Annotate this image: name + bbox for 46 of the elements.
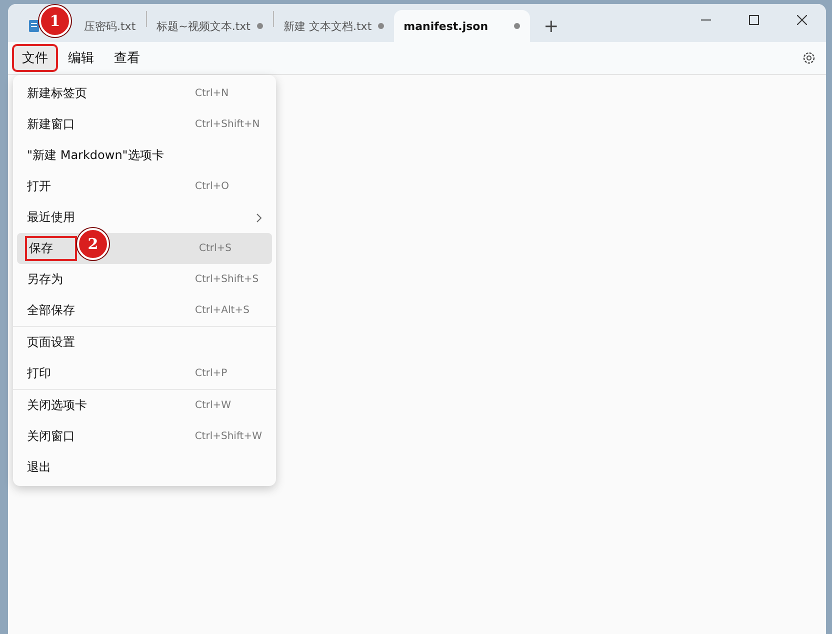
menu-bar-item[interactable]: 查看 (106, 46, 148, 70)
shortcut-label: Ctrl+Shift+N (195, 119, 260, 130)
shortcut-label: Ctrl+O (195, 181, 230, 192)
menu-item[interactable]: 新建窗口 Ctrl+Shift+N (17, 109, 272, 140)
menu-item[interactable]: "新建 Markdown"选项卡 (17, 140, 272, 171)
menu-bar-item[interactable]: 文件 (14, 46, 56, 70)
menu-item-label: 打开 (27, 178, 52, 195)
menu-item-label: 打印 (27, 365, 52, 382)
notepad-icon (28, 19, 40, 33)
menu-item-label: 关闭选项卡 (27, 397, 88, 414)
chevron-right-icon (256, 212, 262, 222)
shortcut-label: Ctrl+W (195, 400, 232, 411)
menu-item[interactable]: 全部保存 Ctrl+Alt+S (17, 295, 272, 326)
menu-item-label: 新建标签页 (27, 85, 88, 102)
menu-item-label: 关闭窗口 (27, 428, 76, 445)
close-icon[interactable] (797, 15, 807, 25)
menu-item[interactable]: 退出 (17, 452, 272, 483)
settings-icon[interactable] (802, 51, 816, 65)
menu-item[interactable]: 关闭窗口 Ctrl+Shift+W (17, 421, 272, 452)
shortcut-label: Ctrl+P (195, 368, 228, 379)
menu-bar-item[interactable]: 编辑 (60, 46, 102, 70)
menu-item[interactable]: 另存为 Ctrl+Shift+S (17, 264, 272, 295)
file-tab[interactable]: 标题~视频文本.txt (146, 10, 272, 42)
shortcut-label: Ctrl+Shift+S (195, 274, 259, 285)
menu-item[interactable]: 页面设置 (17, 327, 272, 358)
menu-item-label: 最近使用 (27, 209, 76, 226)
minimize-icon[interactable] (701, 19, 711, 21)
menu-item-label: 退出 (27, 459, 52, 476)
menu-item-label: 保存 (27, 238, 75, 259)
new-tab-button[interactable]: + (530, 10, 573, 42)
maximize-icon[interactable] (749, 15, 759, 25)
menu-item[interactable]: 新建标签页 Ctrl+N (17, 78, 272, 109)
file-tab[interactable]: 新建 文本文档.txt (274, 10, 394, 42)
shortcut-label: Ctrl+S (199, 243, 232, 254)
menu-item[interactable]: 打印 Ctrl+P (17, 358, 272, 389)
shortcut-label: Ctrl+N (195, 88, 229, 99)
menu-item[interactable]: 打开 Ctrl+O (17, 171, 272, 202)
menu-item-label: "新建 Markdown"选项卡 (27, 147, 165, 164)
menu-item-label: 全部保存 (27, 302, 76, 319)
menu-item-label: 页面设置 (27, 334, 76, 351)
file-tab[interactable]: manifest.json (394, 10, 530, 42)
shortcut-label: Ctrl+Shift+W (194, 431, 262, 442)
menu-item[interactable]: 关闭选项卡 Ctrl+W (17, 390, 272, 421)
menu-item-label: 另存为 (27, 271, 64, 288)
menu-item-label: 新建窗口 (27, 116, 76, 133)
shortcut-label: Ctrl+Alt+S (195, 305, 250, 316)
